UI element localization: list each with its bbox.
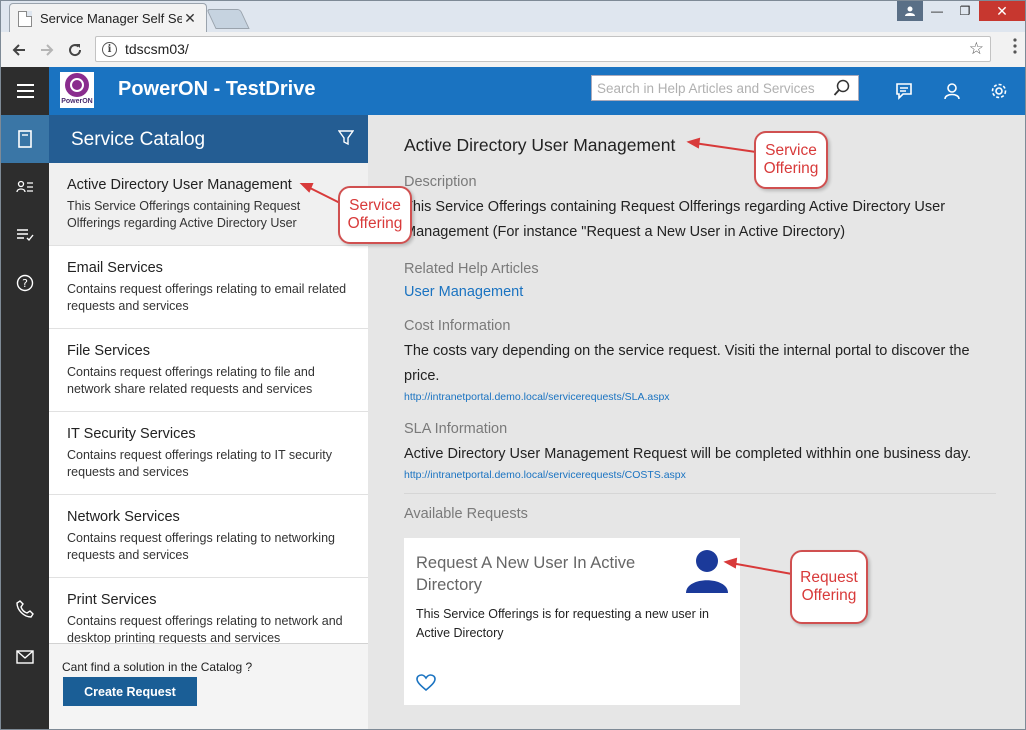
catalog-item-active-directory[interactable]: Active Directory User Management This Se… [49,163,368,246]
description-text: This Service Offerings containing Reques… [404,199,946,240]
back-arrow-icon[interactable] [5,36,33,64]
help-articles-label: Related Help Articles [404,261,539,277]
browser-titlebar: Service Manager Self Ser ✕ — ❐ ✕ [0,0,1026,33]
reload-icon[interactable] [61,36,89,64]
callout-request-offering: Request Offering [790,550,868,624]
chat-icon[interactable] [893,80,915,102]
poweron-logo: PowerON [60,72,94,108]
help-icon[interactable]: ? [1,259,49,307]
catalog-item-print[interactable]: Print Services Contains request offering… [49,578,368,643]
request-offering-card[interactable]: Request A New User In Active Directory T… [404,538,740,705]
service-catalog-panel: Service Catalog Active Directory User Ma… [49,115,368,730]
sla-url-link[interactable]: http://intranetportal.demo.local/service… [404,469,686,481]
search-box [591,75,859,101]
app-header: PowerON PowerON - TestDrive [1,67,1025,115]
bookmark-star-icon[interactable]: ☆ [969,39,984,59]
address-bar: i tdscsm03/ ☆ [0,32,1026,67]
catalog-item-desc: This Service Offerings containing Reques… [67,199,301,230]
window-buttons: — ❐ ✕ [897,1,1025,21]
catalog-book-icon[interactable] [1,115,49,163]
catalog-item-title: Network Services [67,509,180,525]
catalog-item-desc: Contains request offerings relating to f… [67,365,315,396]
close-window-button[interactable]: ✕ [979,1,1025,21]
browser-tab[interactable]: Service Manager Self Ser ✕ [9,3,207,33]
phone-icon[interactable] [1,585,49,633]
catalog-list: Active Directory User Management This Se… [49,163,368,643]
mail-icon[interactable] [1,633,49,681]
url-text: tdscsm03/ [125,41,189,57]
divider [404,493,996,494]
catalog-item-desc: Contains request offerings relating to I… [67,448,332,479]
catalog-item-desc: Contains request offerings relating to e… [67,282,347,313]
contacts-list-icon[interactable] [1,163,49,211]
description-label: Description [404,174,477,190]
page-icon [18,10,32,27]
user-icon[interactable] [897,1,923,21]
browser-menu-icon[interactable] [1013,38,1017,55]
forward-arrow-icon[interactable] [33,36,61,64]
svg-text:?: ? [22,277,28,290]
hamburger-menu-icon[interactable] [1,67,49,115]
profile-icon[interactable] [941,80,963,102]
offering-detail-panel: Active Directory User Management Descrip… [368,115,1025,730]
info-icon[interactable]: i [102,41,117,57]
catalog-item-it-security[interactable]: IT Security Services Contains request of… [49,412,368,495]
callout-service-offering-catalog: Service Offering [338,186,412,244]
icon-rail: ? [1,115,49,730]
offering-title: Active Directory User Management [404,135,676,155]
tab-close-button[interactable]: ✕ [182,10,198,27]
filter-icon[interactable] [337,130,355,151]
catalog-header: Service Catalog [49,115,368,163]
catalog-item-title: File Services [67,343,150,359]
cost-text: The costs vary depending on the service … [404,343,970,384]
callout-service-offering-detail: Service Offering [754,131,828,189]
request-card-title: Request A New User In Active Directory [416,554,636,594]
new-tab-button[interactable] [206,9,250,29]
catalog-item-desc: Contains request offerings relating to n… [67,531,335,562]
minimize-button[interactable]: — [923,1,951,21]
gear-icon[interactable] [988,80,1010,102]
catalog-title: Service Catalog [71,129,206,150]
search-input[interactable] [592,76,824,100]
user-icon [686,549,728,598]
restore-button[interactable]: ❐ [951,1,979,21]
favorite-heart-icon[interactable] [416,674,436,697]
catalog-item-title: IT Security Services [67,426,196,442]
sla-text: Active Directory User Management Request… [404,446,972,462]
cost-label: Cost Information [404,318,511,334]
request-card-desc: This Service Offerings is for requesting… [416,607,709,640]
catalog-item-title: Print Services [67,592,157,608]
cost-url-link[interactable]: http://intranetportal.demo.local/service… [404,391,670,403]
catalog-item-desc: Contains request offerings relating to n… [67,614,343,643]
tab-title: Service Manager Self Ser [40,11,182,26]
search-icon[interactable] [833,79,851,102]
create-request-button[interactable]: Create Request [63,677,197,706]
help-article-link[interactable]: User Management [404,284,523,300]
catalog-item-network[interactable]: Network Services Contains request offeri… [49,495,368,578]
catalog-footer-text: Cant find a solution in the Catalog ? [62,660,253,674]
catalog-item-file[interactable]: File Services Contains request offerings… [49,329,368,412]
catalog-item-title: Active Directory User Management [67,177,292,193]
url-field[interactable]: i tdscsm03/ ☆ [95,36,991,62]
available-requests-label: Available Requests [404,506,528,522]
sla-label: SLA Information [404,421,508,437]
catalog-item-title: Email Services [67,260,163,276]
checklist-icon[interactable] [1,211,49,259]
catalog-item-email[interactable]: Email Services Contains request offering… [49,246,368,329]
catalog-footer: Cant find a solution in the Catalog ? Cr… [49,643,368,730]
app-title: PowerON - TestDrive [118,78,316,100]
